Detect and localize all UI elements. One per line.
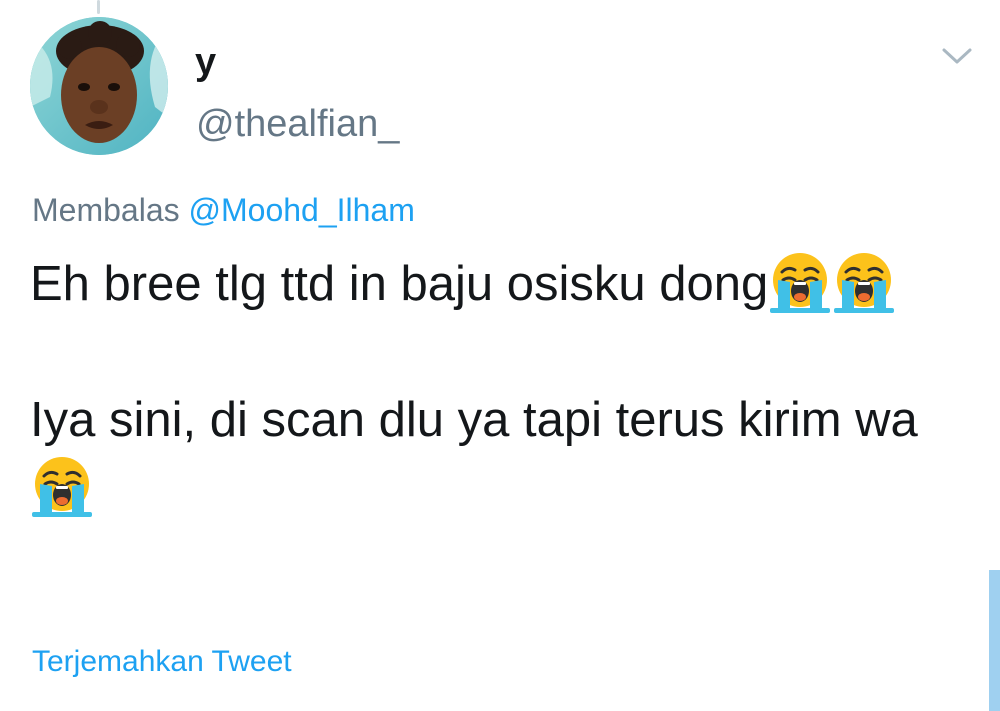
loudly-crying-face-icon: [768, 250, 832, 314]
thread-connector-line: [97, 0, 100, 14]
reply-prefix: Membalas: [32, 192, 189, 228]
tweet-text: Eh bree tlg ttd in baju osisku dong Iya …: [30, 250, 970, 522]
user-handle[interactable]: @thealfian_: [196, 102, 399, 146]
loudly-crying-face-icon: [832, 250, 896, 314]
reply-mention-link[interactable]: @Moohd_Ilham: [189, 192, 415, 228]
loudly-crying-face-icon: [30, 454, 94, 518]
chevron-down-icon[interactable]: [940, 42, 974, 70]
tweet-text-line-2: Iya sini, di scan dlu ya tapi terus kiri…: [30, 393, 918, 447]
display-name[interactable]: y: [195, 40, 216, 84]
reply-context: Membalas @Moohd_Ilham: [32, 190, 415, 230]
tweet-text-line-1: Eh bree tlg ttd in baju osisku dong: [30, 257, 769, 311]
translate-tweet-link[interactable]: Terjemahkan Tweet: [32, 642, 292, 682]
avatar[interactable]: [30, 17, 168, 155]
tweet-paragraph-1: Eh bree tlg ttd in baju osisku dong: [30, 250, 970, 318]
scroll-indicator[interactable]: [989, 570, 1000, 711]
tweet-paragraph-2: Iya sini, di scan dlu ya tapi terus kiri…: [30, 386, 970, 522]
